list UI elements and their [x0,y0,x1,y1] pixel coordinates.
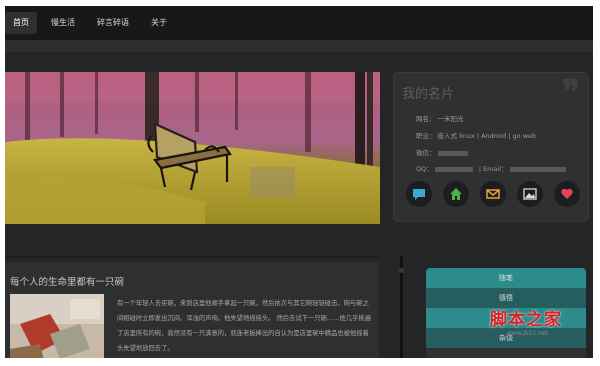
watermark-url: www.jb51.net [507,330,548,337]
site-watermark: 脚本之家 [490,310,562,330]
nav-item-about[interactable]: 关于 [143,12,175,34]
timeline-dot [399,268,404,273]
profile-card-title: 我的名片 [402,87,455,102]
article-excerpt: 有一个年轻人去买碗，来到店里他顺手拿起一只碗，然后依次与其它碗轻轻碰击，碗与碗之… [117,300,371,352]
profile-email-redacted [509,166,566,172]
profile-wechat-label: 微信： [416,149,436,157]
profile-job-row: 职业： 嵌入式 linux | Android | go web [416,130,536,140]
hero-banner-image [5,72,380,224]
profile-name-value: 一米阳光 [437,115,464,123]
mail-icon[interactable] [480,181,506,207]
profile-card: 我的名片 ❞ 网名： 一米阳光 职业： 嵌入式 linux | Android | … [393,72,589,222]
nav-item-home[interactable]: 首页 [5,12,37,34]
article-thumbnail[interactable] [10,294,104,358]
heart-icon[interactable] [554,181,580,207]
nav-item-fragments[interactable]: 碎言碎语 [89,12,137,34]
article-card[interactable]: 每个人的生命里都有一只碗 有一个年轻人去买碗，来到店里他顺手拿起一只碗，然后依次… [5,262,379,358]
profile-contact-row: QQ： | Email： [416,163,566,173]
section-divider [5,256,380,257]
profile-name-row: 网名： 一米阳光 [416,113,464,123]
article-title[interactable]: 每个人的生命里都有一只碗 [10,274,124,288]
profile-name-label: 网名： [416,115,436,123]
social-icons [406,181,591,207]
top-nav: 首页 慢生活 碎言碎语 关于 [5,6,593,40]
nav-item-slow-life[interactable]: 慢生活 [43,12,83,34]
profile-wechat-redacted [437,150,468,156]
picture-icon[interactable] [517,181,543,207]
menu-item-essays[interactable]: 随笔 [426,268,586,288]
quote-icon: ❞ [561,73,580,113]
profile-job-value: 嵌入式 linux | Android | go web [437,132,537,140]
profile-qq-redacted [434,166,473,172]
header-band [5,40,593,52]
menu-item-misc[interactable]: 杂谈 [426,328,586,348]
home-icon[interactable] [443,181,469,207]
chat-icon[interactable] [406,181,432,207]
profile-qq-label: QQ： [416,165,433,173]
profile-job-label: 职业： [416,132,436,140]
profile-wechat-row: 微信： [416,147,468,157]
profile-email-label: | Email： [478,165,508,173]
